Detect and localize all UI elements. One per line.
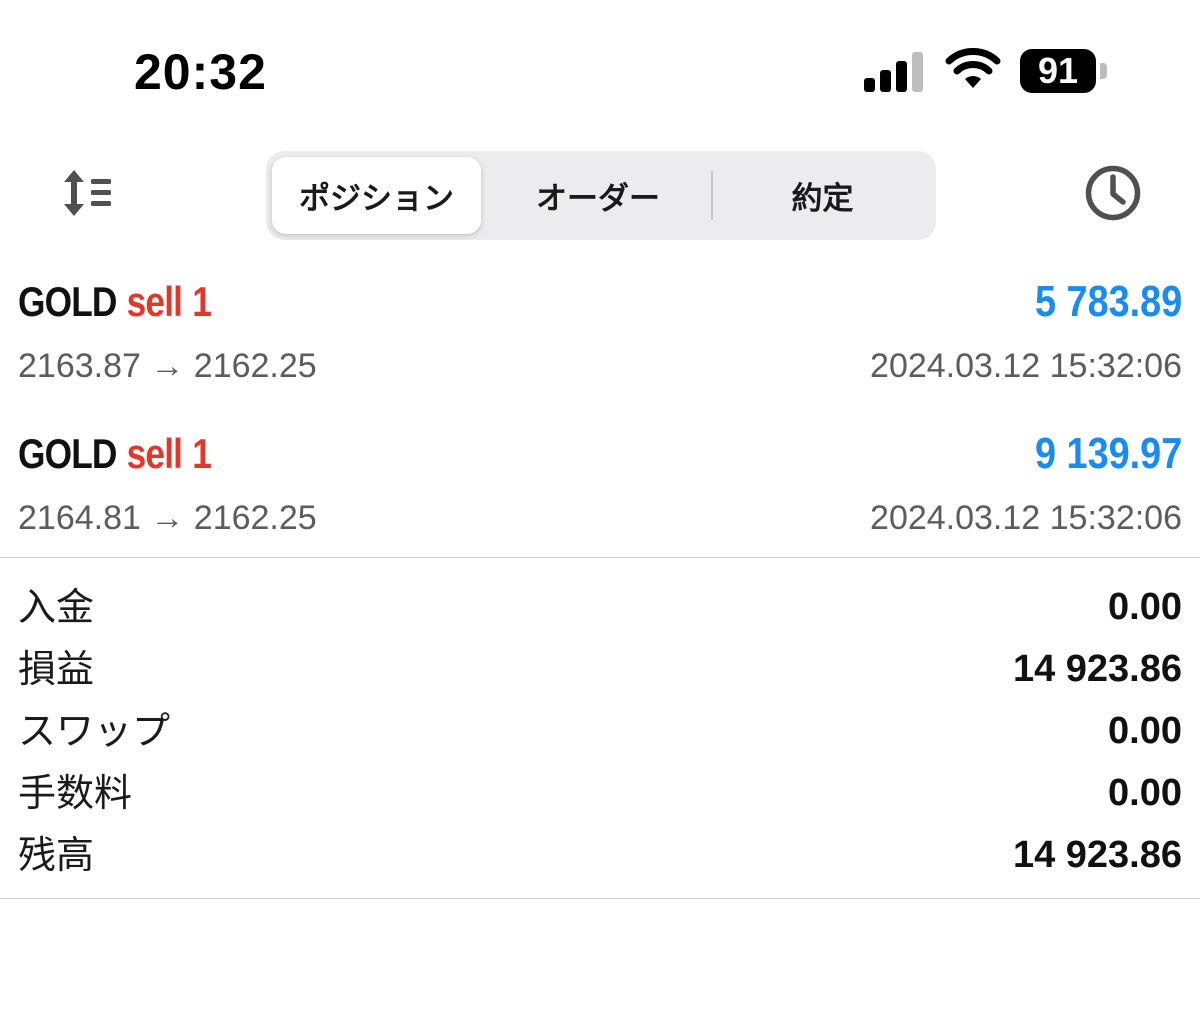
summary-row-balance: 残高 14 923.86 (0, 824, 1200, 886)
summary-label: 残高 (18, 833, 95, 877)
summary-label: 損益 (18, 647, 95, 691)
position-time: 2024.03.12 15:32:06 (870, 347, 1182, 385)
summary-value: 0.00 (1108, 710, 1182, 752)
summary-value: 14 923.86 (1012, 648, 1182, 690)
position-time: 2024.03.12 15:32:06 (870, 499, 1182, 537)
position-profit: 5 783.89 (1034, 277, 1182, 326)
position-prices: 2163.87 → 2162.25 (18, 347, 317, 385)
battery-cap (1100, 63, 1107, 79)
position-side: sell (126, 278, 183, 325)
section-divider (0, 898, 1200, 899)
battery-icon: 91 (1020, 49, 1110, 93)
wifi-icon (945, 48, 1001, 88)
tab-orders[interactable]: オーダー (485, 157, 711, 234)
summary-row-swap: スワップ 0.00 (0, 700, 1200, 762)
position-symbol: GOLD sell 1 (18, 270, 212, 334)
summary-row-profit: 損益 14 923.86 (0, 638, 1200, 700)
summary-label: 入金 (18, 585, 95, 629)
tab-positions[interactable]: ポジション (272, 157, 481, 234)
symbol-name: GOLD (18, 430, 117, 477)
position-prices: 2164.81 → 2162.25 (18, 499, 317, 537)
summary-label: スワップ (18, 709, 171, 753)
battery-level: 91 (1037, 50, 1079, 91)
tab-divider (711, 171, 713, 220)
status-time: 20:32 (134, 44, 267, 100)
summary-value: 14 923.86 (1012, 834, 1182, 876)
position-symbol: GOLD sell 1 (18, 422, 212, 486)
position-side: sell (126, 430, 183, 477)
section-divider (0, 557, 1200, 558)
summary-row-deposit: 入金 0.00 (0, 576, 1200, 638)
tab-segmented-control: ポジション オーダー 約定 (266, 151, 936, 240)
summary-label: 手数料 (18, 771, 133, 815)
summary-row-commission: 手数料 0.00 (0, 762, 1200, 824)
status-bar: 20:32 91 (0, 0, 1200, 130)
position-row[interactable]: GOLD sell 1 9 139.97 2164.81 → 2162.25 202… (0, 422, 1200, 562)
position-profit: 9 139.97 (1034, 429, 1182, 478)
position-volume: 1 (192, 430, 212, 477)
tab-deals[interactable]: 約定 (715, 157, 930, 234)
symbol-name: GOLD (18, 278, 117, 325)
clock-icon[interactable] (1084, 164, 1142, 222)
position-volume: 1 (192, 278, 212, 325)
cellular-signal-icon (864, 52, 923, 92)
summary-value: 0.00 (1108, 586, 1182, 628)
sort-icon[interactable] (60, 168, 118, 218)
position-row[interactable]: GOLD sell 1 5 783.89 2163.87 → 2162.25 202… (0, 270, 1200, 410)
summary-value: 0.00 (1108, 772, 1182, 814)
